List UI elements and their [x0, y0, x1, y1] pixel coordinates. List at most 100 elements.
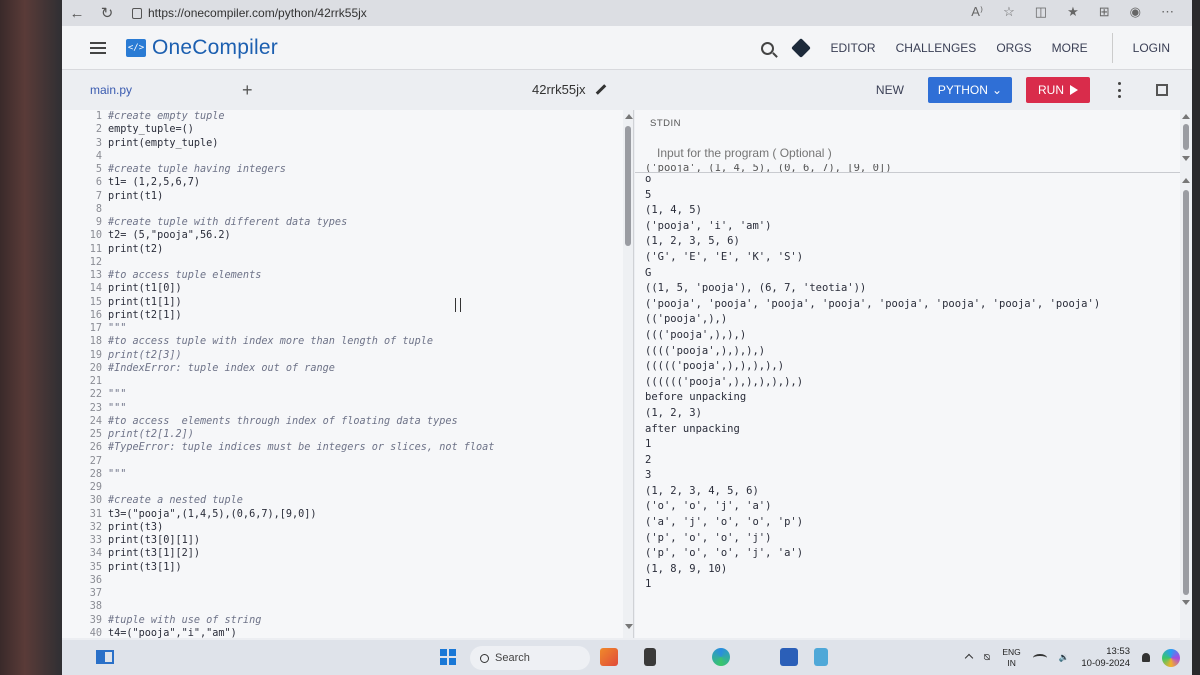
code-line: 31 t3=("pooja",(1,4,5),(0,6,7),[9,0]) — [62, 508, 633, 521]
taskbar-app-icon[interactable] — [600, 648, 618, 666]
code-line: 11 print(t2) — [62, 243, 633, 256]
output-scrollbar-thumb[interactable] — [1183, 190, 1189, 595]
collections-icon[interactable]: ⊞ — [1099, 4, 1110, 20]
code-line: 25 print(t2[1.2]) — [62, 428, 633, 441]
line-number: 32 — [89, 521, 102, 533]
line-number: 3 — [95, 137, 102, 149]
add-file-button[interactable]: + — [242, 80, 253, 101]
back-icon[interactable]: ← — [62, 5, 92, 22]
code-line: 34 print(t3[1][2]) — [62, 547, 633, 560]
calculator-app-icon[interactable] — [814, 648, 828, 666]
address-bar[interactable]: https://onecompiler.com/python/42rrk55jx — [132, 6, 367, 20]
kebab-menu-icon[interactable] — [1118, 82, 1122, 98]
refresh-icon[interactable]: ↻ — [92, 4, 122, 22]
clock[interactable]: 13:53 10-09-2024 — [1081, 646, 1130, 670]
scroll-down-icon[interactable] — [625, 624, 633, 629]
logo[interactable]: </> OneCompiler — [126, 36, 278, 60]
language-indicator[interactable]: ENG IN — [1002, 647, 1020, 669]
pencil-icon[interactable] — [596, 84, 607, 95]
code-line: 40 t4=("pooja","i","am") — [62, 627, 633, 638]
nav-editor[interactable]: EDITOR — [830, 41, 875, 55]
output-line: ('p', 'o', 'o', 'j') — [645, 531, 772, 544]
wifi-icon[interactable] — [1032, 653, 1047, 662]
code-editor[interactable]: 1 #create empty tuple 2 empty_tuple=() 3 prin… — [62, 110, 634, 638]
code-line: 37 — [62, 587, 633, 600]
logo-text: OneCompiler — [152, 35, 278, 59]
clock-time: 13:53 — [1106, 645, 1130, 657]
widgets-icon[interactable] — [96, 650, 114, 664]
line-number: 15 — [89, 296, 102, 308]
search-icon[interactable] — [761, 41, 775, 55]
file-tab-main[interactable]: main.py — [90, 83, 132, 97]
code-line: 28 """ — [62, 468, 633, 481]
windows-start-icon[interactable] — [440, 649, 456, 665]
editor-scrollbar-thumb[interactable] — [625, 126, 631, 246]
nav-orgs[interactable]: ORGS — [996, 41, 1031, 55]
hamburger-menu-icon[interactable] — [90, 41, 106, 54]
line-number: 5 — [95, 164, 102, 175]
stdin-input[interactable] — [657, 146, 1157, 160]
line-number: 20 — [89, 362, 102, 374]
line-number: 6 — [95, 177, 102, 189]
code-text: print(t3[1][2]) — [108, 548, 201, 560]
chevron-up-icon[interactable] — [964, 653, 973, 662]
notification-bell-icon[interactable] — [1142, 653, 1150, 662]
output-line-partial: ('pooja', (1, 4, 5), (0, 6, 7), [9, 0]) — [645, 164, 892, 172]
stdin-scrollbar-thumb[interactable] — [1183, 124, 1189, 150]
code-line: 39 #tuple with use of string — [62, 614, 633, 627]
language-select-label: PYTHON — [937, 83, 988, 97]
favorites-icon[interactable]: ★ — [1067, 4, 1079, 20]
code-line: 13 #to access tuple elements — [62, 269, 633, 282]
split-screen-icon[interactable]: ◫ — [1035, 4, 1047, 20]
taskbar-search[interactable]: Search — [470, 646, 590, 670]
edge-browser-icon[interactable] — [712, 648, 730, 666]
nav-challenges[interactable]: CHALLENGES — [896, 41, 977, 55]
code-lines: 1 #create empty tuple 2 empty_tuple=() 3 prin… — [62, 110, 633, 638]
system-tray: ⦰ ENG IN 🔉 13:53 10-09-2024 — [964, 640, 1180, 675]
run-button[interactable]: RUN — [1026, 77, 1090, 103]
code-text: #IndexError: tuple index out of range — [108, 362, 335, 374]
taskbar-terminal-icon[interactable] — [644, 648, 656, 666]
code-text: print(t2[1.2]) — [108, 429, 194, 440]
output-scroll-up-icon[interactable] — [1182, 178, 1190, 183]
code-text: #to access elements through index of flo… — [108, 415, 458, 427]
scroll-up-icon[interactable] — [625, 114, 633, 119]
login-button[interactable]: LOGIN — [1133, 41, 1170, 55]
extension-icon[interactable]: ◉ — [1130, 4, 1141, 20]
nav-more[interactable]: MORE — [1052, 41, 1088, 55]
code-line: 35 print(t3[1]) — [62, 561, 633, 574]
code-text: print(t1) — [108, 190, 164, 202]
theme-toggle-icon[interactable] — [791, 38, 812, 58]
output-line: ('o', 'o', 'j', 'a') — [645, 500, 772, 513]
output-scrollbar[interactable] — [1180, 110, 1192, 638]
line-number: 2 — [95, 124, 102, 136]
output-line: (1, 2, 3) — [645, 406, 702, 419]
fullscreen-icon[interactable] — [1156, 84, 1168, 96]
favorite-star-icon[interactable]: ☆ — [1003, 4, 1015, 20]
language-select[interactable]: PYTHON ⌄ — [927, 77, 1012, 103]
output-line: ('G', 'E', 'E', 'K', 'S') — [645, 250, 804, 263]
more-options-icon[interactable]: ⋯ — [1161, 4, 1174, 20]
code-text: #create empty tuple — [108, 111, 225, 122]
stdin-scroll-up-icon[interactable] — [1182, 114, 1190, 119]
new-button[interactable]: NEW — [876, 83, 904, 97]
meet-now-icon[interactable]: ⦰ — [984, 652, 991, 663]
editor-scrollbar[interactable] — [623, 110, 633, 638]
line-number: 29 — [89, 482, 102, 493]
code-line: 7 print(t1) — [62, 190, 633, 203]
code-text: #create a nested tuple — [108, 495, 243, 507]
code-line: 4 — [62, 150, 633, 163]
stdin-label: STDIN — [650, 118, 681, 129]
output-scroll-down-icon[interactable] — [1182, 600, 1190, 605]
line-number: 13 — [89, 270, 102, 281]
stdin-scroll-down-icon[interactable] — [1182, 156, 1190, 161]
code-text: #create tuple having integers — [108, 164, 286, 175]
line-number: 17 — [89, 323, 102, 334]
copilot-icon[interactable] — [1162, 648, 1180, 667]
code-line: 8 — [62, 203, 633, 216]
read-aloud-icon[interactable]: A⁾ — [971, 4, 983, 20]
volume-icon[interactable]: 🔉 — [1059, 652, 1070, 663]
word-app-icon[interactable] — [780, 648, 798, 666]
project-name: 42rrk55jx — [532, 82, 607, 97]
line-number: 25 — [89, 429, 102, 440]
